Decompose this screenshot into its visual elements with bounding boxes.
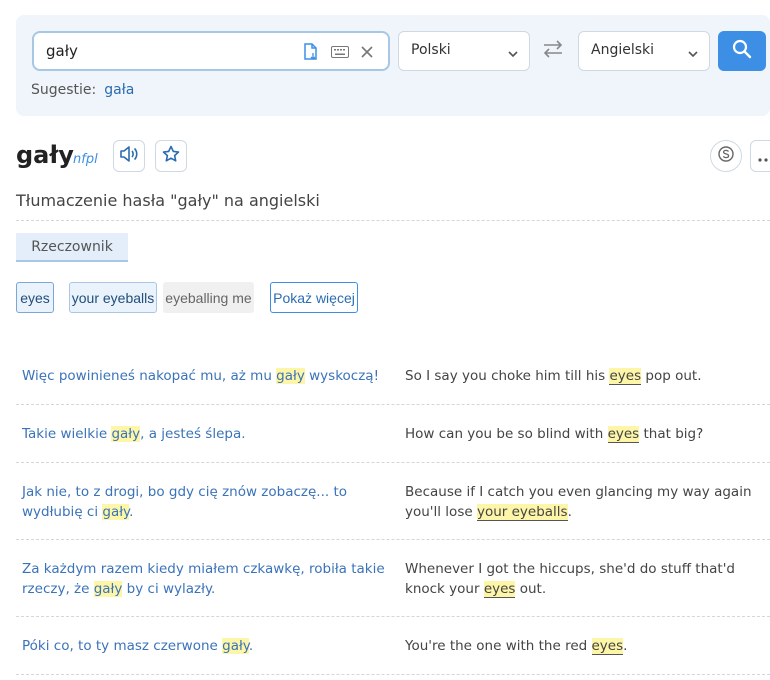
example-source[interactable]: Więc powinieneś nakopać mu, aż mu gały w…	[22, 366, 392, 386]
suggestion-link[interactable]: gała	[104, 82, 134, 98]
example-source[interactable]: Takie wielkie gały, a jesteś ślepa.	[22, 424, 392, 444]
example-target: Because if I catch you even glancing my …	[405, 484, 752, 521]
example-target: How can you be so blind with eyes that b…	[405, 426, 704, 443]
show-more-button[interactable]: Pokaż więcej	[270, 282, 358, 313]
headword: gały	[16, 141, 74, 169]
document-paste-icon[interactable]	[302, 43, 320, 61]
translation-chip-eyes[interactable]: eyes	[16, 282, 54, 313]
search-input[interactable]: gały	[32, 31, 390, 71]
close-icon[interactable]	[358, 43, 376, 61]
favorite-button[interactable]	[155, 140, 187, 172]
search-button[interactable]	[718, 31, 766, 71]
divider	[16, 462, 770, 463]
chevron-down-icon	[507, 45, 519, 64]
search-icon	[732, 39, 752, 63]
example-source[interactable]: Jak nie, to z drogi, bo gdy cię znów zob…	[22, 482, 392, 522]
example-source[interactable]: Póki co, to ty masz czerwone gały.	[22, 636, 392, 656]
more-horizontal-icon	[758, 147, 770, 166]
swap-arrows-icon[interactable]	[542, 39, 564, 63]
more-options-button[interactable]	[750, 140, 770, 172]
example-target: You're the one with the red eyes.	[405, 638, 628, 655]
star-icon	[162, 145, 180, 167]
grammar-tag: nfpl	[73, 152, 98, 167]
search-input-value[interactable]: gały	[46, 42, 78, 60]
target-language-select[interactable]: Angielski	[578, 31, 710, 71]
translation-chip-your-eyeballs[interactable]: your eyeballs	[69, 282, 157, 313]
skype-button[interactable]	[710, 140, 742, 172]
source-language-label: Polski	[411, 42, 451, 58]
divider	[16, 616, 770, 617]
tab-rzeczownik[interactable]: Rzeczownik	[16, 233, 128, 262]
chevron-down-icon	[687, 45, 699, 64]
divider	[16, 539, 770, 540]
example-target: Whenever I got the hiccups, she'd do stu…	[405, 561, 735, 598]
pronunciation-button[interactable]	[113, 140, 145, 172]
suggestions: Sugestie: gała	[31, 82, 134, 98]
suggestions-label: Sugestie:	[31, 82, 97, 98]
source-language-select[interactable]: Polski	[398, 31, 530, 71]
skype-icon	[717, 145, 735, 167]
search-panel: gały Polski Angielski Sugestie: gała	[16, 15, 770, 116]
translation-heading: Tłumaczenie hasła "gały" na angielski	[16, 191, 320, 210]
keyboard-icon[interactable]	[330, 43, 350, 61]
speaker-icon	[119, 145, 139, 167]
divider	[16, 220, 770, 221]
target-language-label: Angielski	[591, 42, 655, 58]
translation-chip-eyeballing-me[interactable]: eyeballing me	[163, 282, 254, 313]
example-target: So I say you choke him till his eyes pop…	[405, 368, 702, 385]
example-source[interactable]: Za każdym razem kiedy miałem czkawkę, ro…	[22, 559, 392, 599]
divider	[16, 674, 770, 675]
divider	[16, 404, 770, 405]
